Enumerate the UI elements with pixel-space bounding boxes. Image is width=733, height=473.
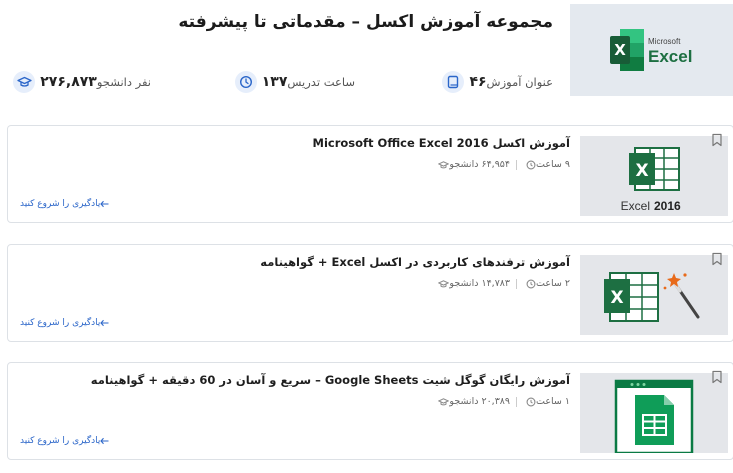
thumb-caption-year: 2016 [654, 199, 681, 213]
graduation-cap-icon [438, 160, 450, 168]
arrow-left-icon [100, 319, 109, 327]
bookmark-icon[interactable] [711, 252, 723, 266]
clock-icon [234, 71, 257, 93]
meta-divider [516, 396, 518, 407]
svg-text:X: X [635, 161, 648, 181]
course-students: ۱۴,۷۸۳ دانشجو [449, 278, 511, 289]
excel-tricks-logo: X [604, 272, 700, 322]
stat-courses-label: عنوان آموزش [486, 75, 553, 89]
course-hours: ۹ ساعت [536, 159, 570, 170]
graduation-cap-icon [438, 279, 450, 287]
svg-text:X: X [614, 41, 626, 59]
page-title: مجموعه آموزش اکسل – مقدماتی تا پیشرفته [178, 12, 553, 32]
course-title[interactable]: آموزش اکسل Microsoft Office Excel 2016 [313, 136, 570, 150]
start-learning-label: یادگیری را شروع کنید [20, 318, 101, 328]
bookmark-icon[interactable] [711, 370, 723, 384]
excel-logo: X Microsoft Excel [610, 29, 692, 71]
start-learning-label: یادگیری را شروع کنید [20, 436, 101, 446]
excel-logo-brand: Microsoft [648, 37, 681, 46]
start-learning-link[interactable]: یادگیری را شروع کنید [20, 436, 112, 446]
course-thumbnail: X Excel 2016 [580, 136, 728, 216]
meta-divider [516, 278, 518, 289]
arrow-left-icon [100, 200, 109, 208]
google-sheets-logo [614, 379, 694, 455]
clock-icon [526, 279, 536, 288]
stat-students: ۲۷۶,۸۷۳ نفر دانشجو [6, 70, 151, 94]
start-learning-label: یادگیری را شروع کنید [20, 199, 101, 209]
course-hours: ۱ ساعت [536, 396, 570, 407]
start-learning-link[interactable]: یادگیری را شروع کنید [20, 199, 112, 209]
clock-icon [526, 397, 536, 406]
course-meta: ۶۴,۹۵۴ دانشجو ۹ ساعت [435, 159, 570, 170]
stat-hours-value: ۱۳۷ [261, 74, 288, 90]
arrow-left-icon [100, 437, 109, 445]
course-thumbnail: X [580, 255, 728, 335]
course-students: ۶۴,۹۵۴ دانشجو [449, 159, 511, 170]
clock-icon [526, 160, 536, 169]
course-thumbnail [580, 373, 728, 455]
course-meta: ۲۰,۳۸۹ دانشجو ۱ ساعت [435, 396, 570, 407]
excel-2016-logo: X Excel 2016 [621, 147, 681, 213]
thumb-caption: Excel [621, 199, 650, 213]
start-learning-link[interactable]: یادگیری را شروع کنید [20, 318, 112, 328]
stat-courses: ۴۶ عنوان آموزش [435, 70, 553, 94]
course-hours: ۲ ساعت [536, 278, 570, 289]
graduation-cap-icon [438, 397, 450, 405]
svg-text:X: X [610, 288, 623, 308]
course-meta: ۱۴,۷۸۳ دانشجو ۲ ساعت [435, 278, 570, 289]
course-card[interactable]: X آموزش ترفندهای کاربردی در اکسل Excel +… [7, 244, 733, 342]
course-card[interactable]: X Excel 2016 آموزش اکسل Microsoft Office… [7, 125, 733, 223]
graduation-cap-icon [13, 71, 36, 93]
stat-students-value: ۲۷۶,۸۷۳ [40, 74, 97, 90]
stat-courses-value: ۴۶ [469, 74, 487, 90]
collection-thumbnail: X Microsoft Excel [570, 4, 733, 96]
course-card[interactable]: آموزش رایگان گوگل شیت Google Sheets – سر… [7, 362, 733, 460]
bookmark-icon[interactable] [711, 133, 723, 147]
course-title[interactable]: آموزش رایگان گوگل شیت Google Sheets – سر… [91, 373, 570, 387]
stat-hours-label: ساعت تدریس [287, 75, 355, 89]
stat-students-label: نفر دانشجو [96, 75, 151, 89]
stat-hours: ۱۳۷ ساعت تدریس [228, 70, 355, 94]
book-icon [442, 71, 465, 93]
course-title[interactable]: آموزش ترفندهای کاربردی در اکسل Excel + گ… [260, 255, 570, 269]
excel-logo-word: Excel [648, 47, 692, 66]
course-students: ۲۰,۳۸۹ دانشجو [449, 396, 511, 407]
meta-divider [516, 159, 518, 170]
